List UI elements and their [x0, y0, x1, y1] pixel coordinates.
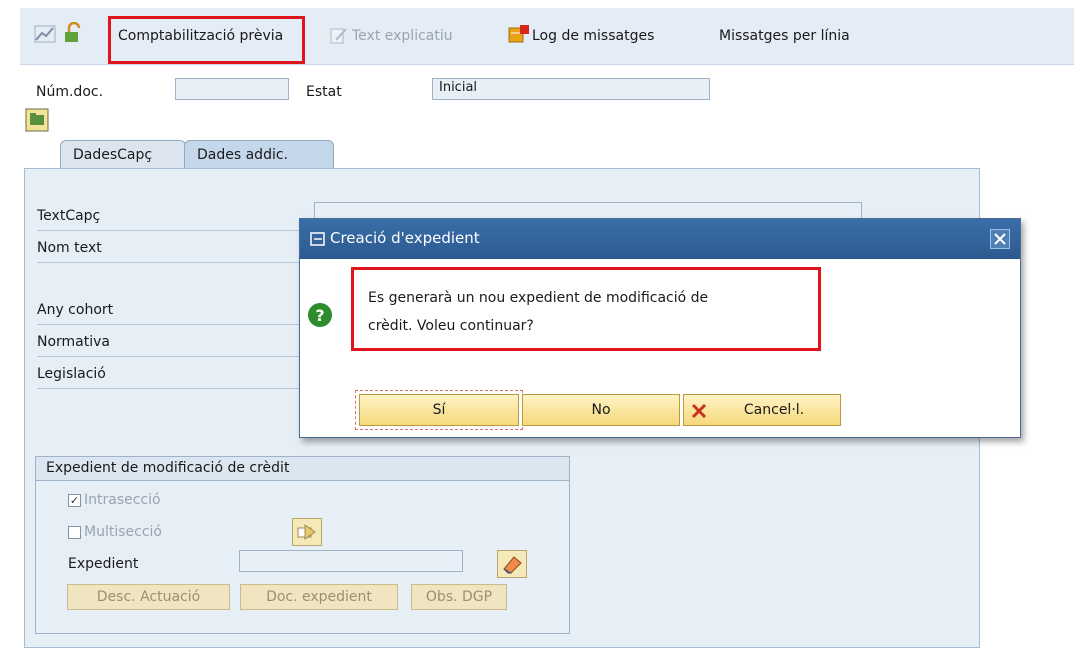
- preview-posting-highlight: [108, 16, 305, 64]
- field-label-cohort-year: Any cohort: [37, 302, 307, 325]
- dgp-observations-button[interactable]: Obs. DGP: [411, 584, 507, 610]
- action-description-button[interactable]: Desc. Actuació: [67, 584, 230, 610]
- navigate-button[interactable]: [292, 518, 322, 546]
- field-label-text-name: Nom text: [37, 240, 307, 263]
- no-button[interactable]: No: [522, 394, 680, 426]
- edit-text-icon: [330, 26, 348, 44]
- chart-icon[interactable]: [34, 24, 56, 44]
- doc-number-field[interactable]: [175, 78, 289, 100]
- eraser-icon: [503, 556, 522, 574]
- intrasection-label: Intrasecció: [84, 492, 161, 508]
- cancel-button[interactable]: Cancel·l.: [683, 394, 841, 426]
- field-label-legislation: Legislació: [37, 366, 307, 389]
- dialog-window-icon: [310, 231, 326, 247]
- doc-number-label: Núm.doc.: [36, 84, 104, 100]
- expedient-input[interactable]: [239, 550, 463, 572]
- arrow-right-icon: [297, 524, 316, 540]
- svg-text:?: ?: [315, 306, 324, 325]
- yes-button-focus-frame: [355, 390, 523, 430]
- cancel-label: Cancel·l.: [743, 402, 805, 418]
- multisection-checkbox[interactable]: [68, 526, 81, 539]
- cancel-x-icon: [690, 401, 708, 419]
- multisection-label: Multisecció: [84, 524, 162, 540]
- close-icon[interactable]: [990, 229, 1010, 249]
- tab-header-data[interactable]: DadesCapç: [60, 140, 186, 170]
- explanatory-text-button[interactable]: Text explicatiu: [352, 28, 453, 44]
- expedient-label: Expedient: [68, 556, 139, 572]
- message-log-button[interactable]: Log de missatges: [532, 28, 654, 44]
- status-label: Estat: [306, 84, 342, 100]
- folder-icon[interactable]: [25, 108, 49, 132]
- expedient-document-button[interactable]: Doc. expedient: [240, 584, 398, 610]
- question-icon: ?: [307, 302, 333, 328]
- eraser-button[interactable]: [497, 550, 527, 578]
- tab-additional-data[interactable]: Dades addic.: [184, 140, 334, 170]
- status-field: Inicial: [432, 78, 710, 100]
- field-label-header-text: TextCapç: [37, 208, 307, 231]
- field-label-regulation: Normativa: [37, 334, 307, 357]
- lock-icon[interactable]: [62, 21, 84, 44]
- message-log-icon: [508, 24, 530, 44]
- intrasection-checkbox[interactable]: ✓: [68, 494, 81, 507]
- messages-per-line-button[interactable]: Missatges per línia: [719, 28, 850, 44]
- group-title: Expedient de modificació de crèdit: [36, 457, 569, 481]
- dialog-message-highlight: [351, 267, 821, 351]
- dialog-title-bar[interactable]: Creació d'expedient: [300, 219, 1020, 259]
- dialog-title: Creació d'expedient: [330, 229, 480, 247]
